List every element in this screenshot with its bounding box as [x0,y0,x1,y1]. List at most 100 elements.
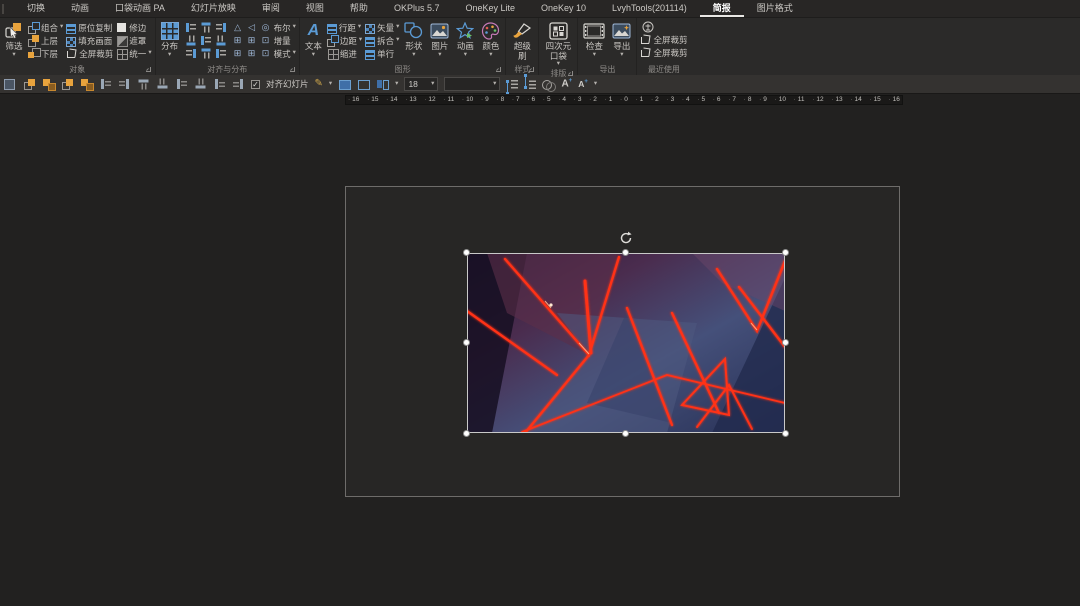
filter-button[interactable]: 筛选 ▾ [3,19,25,58]
decrease-font-icon[interactable]: A+ [578,79,588,88]
resize-handle-ne[interactable] [782,249,789,256]
distribute-vertical-icon[interactable] [201,49,210,59]
resize-handle-se[interactable] [782,430,789,437]
menu-tab[interactable]: 幻灯片放映 [178,0,249,17]
increment-button[interactable]: 增量 [274,35,291,47]
trim-edge-button[interactable]: 修边 [116,21,151,34]
align-left-icon[interactable] [185,23,196,32]
menu-tab[interactable]: 动画 [58,0,102,17]
super-brush-button[interactable]: 超级刷 [509,19,535,61]
split-merge-button[interactable]: 拆合 ▾ [365,34,399,47]
pen-tool-icon[interactable]: ✎ [315,79,323,89]
boolean-button[interactable]: 布尔 [274,22,291,34]
picture-button[interactable]: 图片 ▾ [428,19,451,58]
line-spacing-button[interactable]: 行距 ▾ [326,21,362,34]
menu-tab[interactable]: 切换 [14,0,58,17]
recent-fullscreen-crop-button[interactable]: 全屏裁剪 [640,46,687,59]
font-name-combobox[interactable]: ▾ [444,77,501,91]
indent-button[interactable]: 缩进 [327,47,362,60]
swap-object-icon[interactable] [80,78,94,91]
pocket-button[interactable]: 四次元口袋 ▾ [542,19,574,68]
menu-tab[interactable]: 口袋动画 PA [102,0,178,17]
selected-image[interactable] [463,231,789,437]
increase-line-spacing-icon[interactable] [506,79,519,95]
align-objects-icon[interactable] [99,78,112,90]
triangle-tool-icon[interactable]: △ [232,22,244,33]
align-bottom-quick-icon[interactable] [157,78,169,91]
send-backward-button[interactable]: 下层 [28,47,63,60]
check-button[interactable]: 检查 ▾ [581,19,607,58]
dialog-launcher-icon[interactable] [145,67,151,72]
center-vertical-quick-icon[interactable] [232,78,245,90]
fullscreen-crop-button[interactable]: 全屏裁剪 [66,47,113,60]
font-size-combobox[interactable]: 18 ▾ [404,77,439,91]
fill-view-icon[interactable] [338,78,352,90]
dialog-launcher-icon[interactable] [289,67,295,72]
align-right-icon[interactable] [216,23,226,32]
menu-tab[interactable]: OKPlus 5.7 [381,0,453,17]
align-top-quick-icon[interactable] [138,78,150,91]
increase-font-icon[interactable]: A+ [561,78,572,89]
dialog-launcher-icon[interactable] [529,67,535,72]
copy-in-place-button[interactable]: 原位复制 [66,21,113,34]
duplicate-object-icon[interactable] [42,78,56,91]
copy-object-icon[interactable] [23,78,36,90]
distribute-button[interactable]: 分布 ▾ [159,19,181,58]
shape-button[interactable]: 形状 ▾ [402,19,425,58]
align-bottom-icon[interactable] [216,36,225,46]
box-plus-icon[interactable]: ⊞ [232,48,244,59]
slide-canvas[interactable]: 1615141312111098765432101234567891011121… [0,94,1080,606]
distribute-horizontal-icon[interactable] [186,49,196,58]
menu-tab[interactable]: LvyhTools(201114) [599,0,700,17]
animation-button[interactable]: 动画 ▾ [454,19,476,58]
distribute-vertical-quick-icon[interactable] [195,78,207,91]
boolean-shape-icon[interactable]: ◎ [260,22,272,33]
outline-view-icon[interactable] [357,78,371,90]
resize-handle-nw[interactable] [463,249,470,256]
recent-tool-button[interactable] [640,20,654,33]
menu-tab[interactable]: 简报 [699,0,744,17]
menu-tab[interactable]: OneKey Lite [452,0,528,17]
equalize-icon[interactable] [215,49,226,58]
menu-tab[interactable]: 视图 [293,0,337,17]
dialog-launcher-icon[interactable] [496,67,502,72]
align-center-icon[interactable] [201,23,210,33]
menu-tab[interactable]: 审阅 [249,0,293,17]
mode-button[interactable]: 模式 [274,48,291,60]
text-button[interactable]: A 文本 ▾ [303,19,324,58]
decrease-line-spacing-icon[interactable] [524,79,536,90]
box-out-icon[interactable]: ⊞ [246,35,258,46]
margin-button[interactable]: 边距 ▾ [326,34,362,47]
toolbar-overflow-icon[interactable]: ▾ [594,80,597,88]
dialog-launcher-icon[interactable] [568,70,574,76]
menu-tab[interactable]: 图片格式 [744,0,806,17]
unify-button[interactable]: 统一 ▾ [116,47,152,60]
flip-tool-icon[interactable]: ◁ [246,22,258,33]
box-in-icon[interactable]: ⊞ [232,35,244,46]
resize-handle-sw[interactable] [463,430,470,437]
bring-forward-button[interactable]: 上层 [28,34,63,47]
align-middle-icon[interactable] [200,36,211,45]
align-slides-checkbox[interactable]: ✓ [251,79,260,89]
align-top-icon[interactable] [186,36,195,46]
rotate-handle[interactable] [619,231,633,245]
color-button[interactable]: 颜色 ▾ [479,19,502,58]
distribute-quick-icon[interactable] [175,78,188,90]
merge-shapes-icon[interactable] [542,79,557,92]
menu-tab[interactable]: 帮助 [337,0,381,17]
resize-handle-w[interactable] [463,339,470,346]
group-button[interactable]: 组合 ▾ [28,21,63,34]
menu-tab[interactable]: OneKey 10 [528,0,599,17]
resize-handle-e[interactable] [782,339,789,346]
resize-handle-n[interactable] [622,249,629,256]
single-line-button[interactable]: 单行 [365,47,399,60]
edge-tool-icon[interactable] [4,78,17,90]
fill-screen-button[interactable]: 填充画面 [66,34,113,47]
mask-button[interactable]: 遮罩 [116,34,151,47]
vector-button[interactable]: 矢量 ▾ [365,21,399,34]
split-view-icon[interactable] [376,78,390,90]
center-horizontal-quick-icon[interactable] [213,78,226,90]
export-button[interactable]: 导出 ▾ [610,19,633,58]
recent-fullscreen-crop-button[interactable]: 全屏裁剪 [640,33,687,46]
box-minus-icon[interactable]: ⊞ [246,48,258,59]
